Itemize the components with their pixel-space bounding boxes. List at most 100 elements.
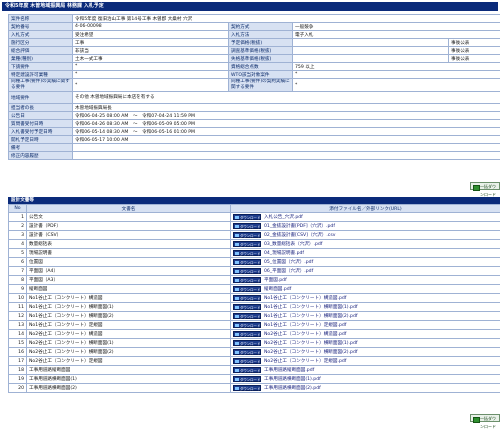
table-row: 4数量総括表ダウンロード03_数量総括表（穴沢）.pdf <box>9 240 500 249</box>
doc-number: 10 <box>9 294 27 303</box>
download-button[interactable]: ダウンロード <box>233 259 261 265</box>
info-label: 下請要件 <box>9 63 73 71</box>
download-button-label: ダウンロード <box>240 333 260 337</box>
table-row: 7平面図（A4）ダウンロード06_平面図（穴沢）.pdf <box>9 267 500 276</box>
doc-file-link[interactable]: 平面図.pdf <box>264 277 287 283</box>
info-row: 担当者の長木曽地域振興局長 <box>9 104 500 112</box>
download-button-label: ダウンロード <box>240 369 260 373</box>
doc-file-link[interactable]: 入札公告_穴沢.pdf <box>264 214 303 220</box>
doc-name: No1谷止工（コンクリート）横断面図(1) <box>27 303 231 312</box>
doc-file-link[interactable]: 06_平面図（穴沢）.pdf <box>264 268 313 274</box>
download-button[interactable]: ダウンロード <box>233 358 261 364</box>
doc-file-link[interactable]: No2谷止工（コンクリート）構造図.pdf <box>264 331 346 337</box>
doc-file-link[interactable]: No1谷止工（コンクリート）定規図.pdf <box>264 322 346 328</box>
download-icon <box>235 306 239 310</box>
col-file-header: 添付ファイル名／外部リンク(URL) <box>231 205 500 213</box>
table-row: 6位置図ダウンロード05_位置図（穴沢）.pdf <box>9 258 500 267</box>
info-label: 業種(種別) <box>9 55 73 63</box>
download-button[interactable]: ダウンロード <box>233 349 261 355</box>
doc-file-link[interactable]: 工事用道路縦断面図.pdf <box>264 367 314 373</box>
doc-name: No1谷止工（コンクリート）横断面図(2) <box>27 312 231 321</box>
download-button[interactable]: ダウンロード <box>233 376 261 382</box>
info-value: 令和06-04-26 08:30 AM ～ 令和06-05-09 05:00 P… <box>73 120 500 128</box>
info-value: * <box>293 71 500 79</box>
doc-file-link[interactable]: 05_位置図（穴沢）.pdf <box>264 259 313 265</box>
download-icon <box>235 315 239 319</box>
doc-file-cell: ダウンロード工事用道路横断面図(2).pdf <box>231 384 500 393</box>
doc-file-link[interactable]: 03_数量総括表（穴沢）.pdf <box>264 241 322 247</box>
download-button[interactable]: ダウンロード <box>233 268 261 274</box>
download-icon <box>235 333 239 337</box>
download-button[interactable]: ダウンロード <box>233 322 261 328</box>
download-icon <box>235 297 239 301</box>
info-label: 調査基準価格(税抜) <box>229 47 293 55</box>
download-button-label: ダウンロード <box>240 387 260 391</box>
download-icon <box>473 417 480 423</box>
doc-file-link[interactable]: 04_現場説明書.pdf <box>264 250 304 256</box>
table-row: 12No1谷止工（コンクリート）横断面図(2)ダウンロードNo1谷止工（コンクリ… <box>9 312 500 321</box>
doc-name: 数量総括表 <box>27 240 231 249</box>
download-icon <box>235 261 239 265</box>
info-value: 令和06-05-14 08:30 AM ～ 令和06-05-16 01:00 P… <box>73 128 500 136</box>
info-row: 契約番号4-06-00098契約方式一般競争 <box>9 23 500 31</box>
info-label: 契約番号 <box>9 23 73 31</box>
download-button[interactable]: ダウンロード <box>233 223 261 229</box>
bulk-download-button-top[interactable]: 一括ダウンロード <box>470 182 500 190</box>
download-icon <box>235 279 239 283</box>
info-note: 事後公表 <box>449 39 500 47</box>
download-button[interactable]: ダウンロード <box>233 250 261 256</box>
table-row: 16No2谷止工（コンクリート）横断面図(2)ダウンロードNo2谷止工（コンクリ… <box>9 348 500 357</box>
info-value: その他 木曽地域振興局に本店を有する <box>73 92 500 104</box>
info-label: 開札予定日時 <box>9 136 73 144</box>
download-button[interactable]: ダウンロード <box>233 232 261 238</box>
doc-file-link[interactable]: 02_金抜設計書[CSV]（穴沢）.csv <box>264 232 335 238</box>
doc-file-link[interactable]: No2谷止工（コンクリート）横断面図(2).pdf <box>264 349 358 355</box>
doc-file-link[interactable]: 縦断面図.pdf <box>264 286 291 292</box>
download-button[interactable]: ダウンロード <box>233 286 261 292</box>
doc-file-link[interactable]: 工事用道路横断面図(1).pdf <box>264 376 321 382</box>
download-button[interactable]: ダウンロード <box>233 241 261 247</box>
info-value <box>293 47 449 55</box>
doc-file-cell: ダウンロード平面図.pdf <box>231 276 500 285</box>
doc-file-link[interactable]: No2谷止工（コンクリート）定規図.pdf <box>264 358 346 364</box>
info-value: * <box>73 71 229 79</box>
info-row: 特定建設許可業種*WTO該当対象案件* <box>9 71 500 79</box>
download-button[interactable]: ダウンロード <box>233 385 261 391</box>
info-label: 修正内容履歴 <box>9 152 73 160</box>
doc-file-link[interactable]: 01_金抜設計書[PDF]（穴沢）.pdf <box>264 223 335 229</box>
download-button[interactable]: ダウンロード <box>233 313 261 319</box>
bulk-download-button-bottom[interactable]: 一括ダウンロード <box>470 414 500 422</box>
download-button-label: ダウンロード <box>240 216 260 220</box>
doc-name: No2谷止工（コンクリート）横断面図(1) <box>27 339 231 348</box>
info-label: 総合評価 <box>9 47 73 55</box>
docs-section-title: 設計文書等 <box>8 197 500 204</box>
doc-file-cell: ダウンロードNo2谷止工（コンクリート）定規図.pdf <box>231 357 500 366</box>
download-button[interactable]: ダウンロード <box>233 331 261 337</box>
doc-file-link[interactable]: 工事用道路横断面図(2).pdf <box>264 385 321 391</box>
info-label: 失格基準価格(税抜) <box>229 55 293 63</box>
download-button[interactable]: ダウンロード <box>233 340 261 346</box>
download-button[interactable]: ダウンロード <box>233 295 261 301</box>
download-icon <box>235 270 239 274</box>
doc-number: 8 <box>9 276 27 285</box>
doc-name: 設計書（PDF） <box>27 222 231 231</box>
info-value: 一般競争 <box>293 23 500 31</box>
download-button[interactable]: ダウンロード <box>233 367 261 373</box>
documents-table: No 文書名 添付ファイル名／外部リンク(URL) 1公告文ダウンロード入札公告… <box>8 204 500 393</box>
info-value: 非該当 <box>73 47 229 55</box>
doc-number: 9 <box>9 285 27 294</box>
download-button[interactable]: ダウンロード <box>233 277 261 283</box>
doc-file-cell: ダウンロード03_数量総括表（穴沢）.pdf <box>231 240 500 249</box>
doc-name: No2谷止工（コンクリート）定規図 <box>27 357 231 366</box>
doc-file-link[interactable]: No1谷止工（コンクリート）構造図.pdf <box>264 295 346 301</box>
table-row: 13No1谷止工（コンクリート）定規図ダウンロードNo1谷止工（コンクリート）定… <box>9 321 500 330</box>
info-label: 地域要件 <box>9 92 73 104</box>
doc-file-link[interactable]: No2谷止工（コンクリート）横断面図(1).pdf <box>264 340 358 346</box>
doc-file-link[interactable]: No1谷止工（コンクリート）横断面図(1).pdf <box>264 304 358 310</box>
doc-file-link[interactable]: No1谷止工（コンクリート）横断面図(2).pdf <box>264 313 358 319</box>
table-row: 19工事用道路横断面図(1)ダウンロード工事用道路横断面図(1).pdf <box>9 375 500 384</box>
download-button[interactable]: ダウンロード <box>233 304 261 310</box>
download-button[interactable]: ダウンロード <box>233 214 261 220</box>
download-button-label: ダウンロード <box>240 351 260 355</box>
info-label: 公告日 <box>9 112 73 120</box>
